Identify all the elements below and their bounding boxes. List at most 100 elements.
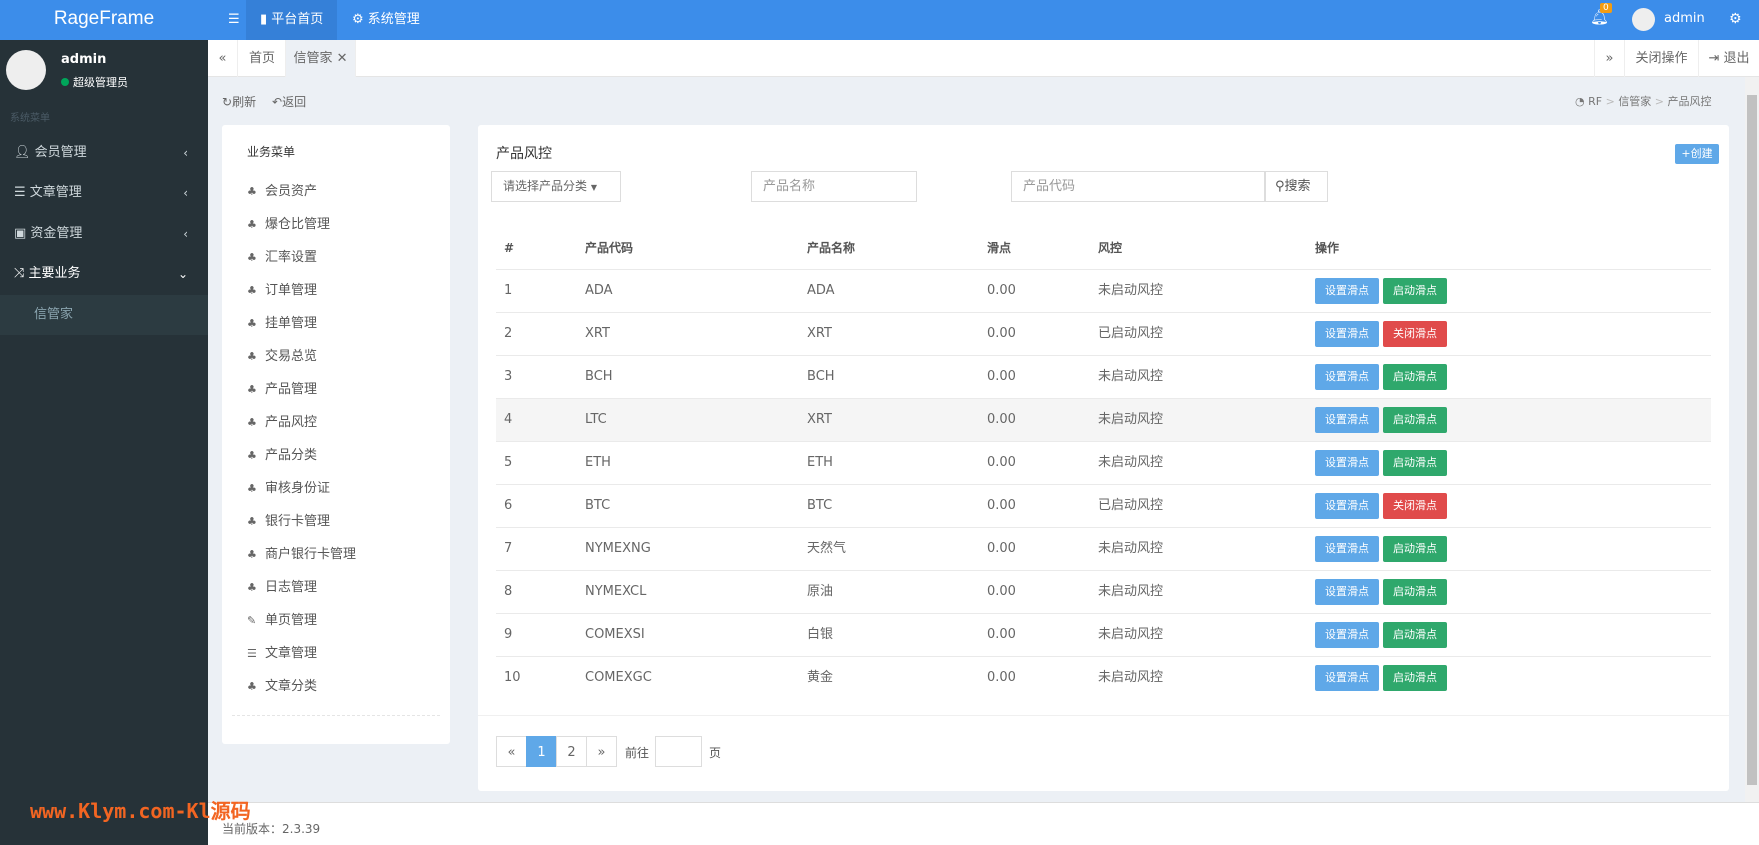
set-slippage-button[interactable]: 设置滑点 — [1315, 364, 1379, 390]
refresh-icon: ↻ — [222, 95, 233, 109]
business-menu-item[interactable]: ♣ 订单管理 — [247, 279, 317, 298]
logout-button[interactable]: ⇥ 退出 — [1699, 40, 1759, 77]
puzzle-icon: ♣ — [247, 581, 257, 594]
scrollbar-thumb[interactable] — [1747, 95, 1757, 785]
refresh-button[interactable]: ↻刷新 — [222, 93, 256, 110]
enable-slippage-button[interactable]: 启动滑点 — [1383, 364, 1447, 390]
list-icon: ☰ — [14, 185, 30, 200]
scrollbar[interactable] — [1745, 77, 1759, 802]
business-menu-item[interactable]: ♣ 文章分类 — [247, 675, 317, 694]
slippage: 0.00 — [987, 670, 1016, 685]
create-button[interactable]: +创建 — [1675, 144, 1719, 164]
user-avatar[interactable] — [1632, 8, 1655, 31]
product-code-input[interactable]: 产品代码 — [1011, 171, 1265, 202]
sidebar-item-articles[interactable]: ☰ 文章管理 ‹ — [0, 173, 208, 213]
set-slippage-button[interactable]: 设置滑点 — [1315, 493, 1379, 519]
page-suffix-label: 页 — [709, 746, 722, 760]
category-select[interactable]: 请选择产品分类 ▼ — [491, 171, 621, 202]
user-icon: 👤︎ — [14, 145, 35, 160]
set-slippage-button[interactable]: 设置滑点 — [1315, 665, 1379, 691]
business-menu-item[interactable]: ♣ 产品分类 — [247, 444, 317, 463]
sidebar-item-members[interactable]: 👤︎ 会员管理 ‹ — [0, 133, 208, 173]
enable-slippage-button[interactable]: 启动滑点 — [1383, 450, 1447, 476]
set-slippage-button[interactable]: 设置滑点 — [1315, 407, 1379, 433]
slippage: 0.00 — [987, 412, 1016, 427]
set-slippage-button[interactable]: 设置滑点 — [1315, 622, 1379, 648]
tabs-scroll-right-icon[interactable]: » — [1594, 40, 1625, 77]
row-number: 3 — [504, 369, 513, 384]
next-page-button[interactable]: » — [586, 736, 617, 767]
business-menu-item[interactable]: ♣ 会员资产 — [247, 180, 317, 199]
disable-slippage-button[interactable]: 关闭滑点 — [1383, 321, 1447, 347]
product-table: # 产品代码 产品名称 滑点 风控 操作 1 ADA ADA 0.00 未启动风… — [496, 227, 1711, 727]
product-name: 天然气 — [807, 541, 847, 556]
set-slippage-button[interactable]: 设置滑点 — [1315, 536, 1379, 562]
business-menu-item[interactable]: ♣ 商户银行卡管理 — [247, 543, 356, 562]
product-name-input[interactable]: 产品名称 — [751, 171, 917, 202]
user-menu[interactable]: admin — [1664, 0, 1705, 38]
risk-status: 未启动风控 — [1098, 369, 1164, 384]
enable-slippage-button[interactable]: 启动滑点 — [1383, 665, 1447, 691]
business-menu-item[interactable]: ☰ 文章管理 — [247, 642, 317, 661]
set-slippage-button[interactable]: 设置滑点 — [1315, 579, 1379, 605]
enable-slippage-button[interactable]: 启动滑点 — [1383, 579, 1447, 605]
sidebar-item-main-business[interactable]: ⤨ 主要业务 ⌄ — [0, 254, 208, 294]
business-menu-item[interactable]: ♣ 产品管理 — [247, 378, 317, 397]
page-2-button[interactable]: 2 — [556, 736, 587, 767]
bookmark-icon: ▮ — [260, 12, 272, 27]
list-icon: ☰ — [247, 647, 257, 660]
set-slippage-button[interactable]: 设置滑点 — [1315, 321, 1379, 347]
gears-icon: ⚙ — [352, 12, 368, 27]
set-slippage-button[interactable]: 设置滑点 — [1315, 278, 1379, 304]
enable-slippage-button[interactable]: 启动滑点 — [1383, 536, 1447, 562]
sidebar-subitem-xinguanjia[interactable]: 信管家 — [0, 295, 208, 335]
business-menu-title: 业务菜单 — [247, 145, 296, 159]
logo[interactable]: RageFrame — [0, 0, 208, 40]
table-row: 7 NYMEXNG 天然气 0.00 未启动风控 设置滑点 启动滑点 — [496, 527, 1711, 570]
set-slippage-button[interactable]: 设置滑点 — [1315, 450, 1379, 476]
nav-system-manage[interactable]: ⚙ 系统管理 — [338, 0, 434, 40]
top-navbar: RageFrame ☰ ▮ 平台首页 ⚙ 系统管理 🔔︎ 0 admin ⚙ — [0, 0, 1759, 40]
business-menu-item[interactable]: ♣ 日志管理 — [247, 576, 317, 595]
money-icon: ▣ — [14, 226, 31, 241]
close-icon[interactable]: ✕ — [337, 51, 348, 66]
tab-xinguanjia[interactable]: 信管家 ✕ — [286, 40, 356, 77]
enable-slippage-button[interactable]: 启动滑点 — [1383, 407, 1447, 433]
business-menu-item[interactable]: ♣ 爆仓比管理 — [247, 213, 330, 232]
goto-page-input[interactable] — [655, 736, 702, 767]
business-menu-item[interactable]: ♣ 交易总览 — [247, 345, 317, 364]
business-menu-item[interactable]: ♣ 审核身份证 — [247, 477, 330, 496]
close-operations-button[interactable]: 关闭操作 — [1625, 40, 1699, 77]
goto-label: 前往 — [625, 746, 650, 760]
plus-icon: + — [1681, 147, 1691, 160]
tab-home[interactable]: 首页 — [239, 40, 286, 77]
business-menu-item[interactable]: ♣ 银行卡管理 — [247, 510, 330, 529]
sidebar-item-funds[interactable]: ▣ 资金管理 ‹ — [0, 214, 208, 254]
search-button[interactable]: ⚲搜索 — [1265, 171, 1328, 202]
nav-platform-home[interactable]: ▮ 平台首页 — [246, 0, 338, 40]
table-row: 4 LTC XRT 0.00 未启动风控 设置滑点 启动滑点 — [496, 398, 1711, 441]
slippage: 0.00 — [987, 369, 1016, 384]
business-menu-item[interactable]: ♣ 产品风控 — [247, 411, 317, 430]
settings-gears-icon[interactable]: ⚙ — [1729, 0, 1742, 38]
back-button[interactable]: ↶返回 — [272, 93, 306, 110]
tabs-scroll-left-icon[interactable]: « — [208, 40, 238, 77]
business-menu-item[interactable]: ✎ 单页管理 — [247, 609, 317, 628]
page-1-button[interactable]: 1 — [526, 736, 557, 767]
puzzle-icon: ♣ — [247, 317, 257, 330]
business-menu-item[interactable]: ♣ 汇率设置 — [247, 246, 317, 265]
disable-slippage-button[interactable]: 关闭滑点 — [1383, 493, 1447, 519]
puzzle-icon: ♣ — [247, 383, 257, 396]
product-code: NYMEXNG — [585, 541, 651, 556]
product-name: ETH — [807, 455, 833, 470]
business-menu-item[interactable]: ♣ 挂单管理 — [247, 312, 317, 331]
product-code: LTC — [585, 412, 607, 427]
enable-slippage-button[interactable]: 启动滑点 — [1383, 622, 1447, 648]
table-row: 3 BCH BCH 0.00 未启动风控 设置滑点 启动滑点 — [496, 355, 1711, 398]
product-code: XRT — [585, 326, 610, 341]
caret-down-icon: ▼ — [590, 183, 597, 192]
table-row: 5 ETH ETH 0.00 未启动风控 设置滑点 启动滑点 — [496, 441, 1711, 484]
enable-slippage-button[interactable]: 启动滑点 — [1383, 278, 1447, 304]
risk-status: 已启动风控 — [1098, 326, 1164, 341]
prev-page-button[interactable]: « — [496, 736, 527, 767]
